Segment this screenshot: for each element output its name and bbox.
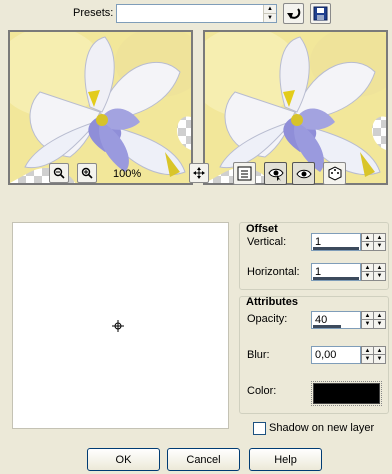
presets-label: Presets: — [73, 7, 114, 19]
opacity-up-arrow-icon[interactable]: ▲ — [362, 312, 373, 320]
opacity-adjust-down-icon[interactable]: ▼ — [374, 320, 385, 328]
proof-button[interactable] — [233, 162, 256, 185]
shadow-on-new-layer-label[interactable]: Shadow on new layer — [269, 422, 374, 434]
horizontal-field[interactable]: 1 — [311, 263, 361, 281]
eye-toggle-button[interactable] — [292, 162, 315, 185]
blur-adjust[interactable]: ▲ ▼ — [373, 346, 386, 364]
save-preset-button[interactable] — [310, 3, 331, 24]
zoom-level: 100% — [113, 168, 142, 180]
vertical-adjust[interactable]: ▲ ▼ — [373, 233, 386, 251]
horizontal-up-arrow-icon[interactable]: ▲ — [362, 264, 373, 272]
blur-adjust-down-icon[interactable]: ▼ — [374, 355, 385, 363]
horizontal-label: Horizontal: — [247, 266, 300, 278]
attributes-title: Attributes — [246, 296, 298, 308]
zoom-out-icon — [53, 167, 65, 179]
presets-spinner[interactable]: ▲ ▼ — [263, 5, 276, 22]
vertical-up-arrow-icon[interactable]: ▲ — [362, 234, 373, 242]
blur-up-arrow-icon[interactable]: ▲ — [362, 347, 373, 355]
color-swatch[interactable] — [311, 381, 382, 406]
flower-image-result — [205, 32, 386, 183]
blur-value: 0,00 — [315, 349, 337, 361]
eye-pointer-button[interactable] — [264, 162, 287, 185]
flower-image — [10, 32, 191, 183]
vertical-label: Vertical: — [247, 236, 287, 248]
horizontal-adjust[interactable]: ▲ ▼ — [373, 263, 386, 281]
zoom-out-button[interactable] — [49, 163, 69, 183]
opacity-label: Opacity: — [247, 313, 288, 325]
presets-dropdown[interactable]: ▲ ▼ — [116, 4, 277, 23]
proof-icon — [237, 166, 252, 181]
opacity-down-arrow-icon[interactable]: ▼ — [362, 320, 373, 328]
dice-icon — [328, 166, 342, 181]
blur-field[interactable]: 0,00 — [311, 346, 361, 364]
blur-label: Blur: — [247, 349, 270, 361]
offset-title: Offset — [246, 223, 278, 235]
zoom-in-button[interactable] — [77, 163, 97, 183]
pan-button[interactable] — [189, 163, 209, 183]
eye-pointer-icon — [267, 168, 284, 181]
randomize-button[interactable] — [323, 162, 346, 185]
blur-adjust-up-icon[interactable]: ▲ — [374, 347, 385, 355]
shadow-on-new-layer-checkbox[interactable] — [253, 422, 266, 435]
cancel-button[interactable]: Cancel — [167, 448, 240, 471]
reset-button[interactable] — [283, 3, 304, 24]
presets-down-arrow-icon[interactable]: ▼ — [264, 14, 276, 23]
horizontal-adjust-down-icon[interactable]: ▼ — [374, 272, 385, 280]
vertical-slider[interactable] — [313, 247, 359, 250]
opacity-adjust[interactable]: ▲ ▼ — [373, 311, 386, 329]
horizontal-adjust-up-icon[interactable]: ▲ — [374, 264, 385, 272]
color-label: Color: — [247, 385, 277, 397]
horizontal-down-arrow-icon[interactable]: ▼ — [362, 272, 373, 280]
opacity-field[interactable]: 40 — [311, 311, 361, 329]
vertical-adjust-down-icon[interactable]: ▼ — [374, 242, 385, 250]
eye-icon — [295, 169, 312, 178]
opacity-slider[interactable] — [313, 325, 341, 328]
reset-arrow-icon — [287, 8, 301, 19]
ok-button[interactable]: OK — [87, 448, 160, 471]
shadow-origin-crosshair-icon[interactable] — [112, 320, 124, 332]
pan-move-icon — [193, 167, 205, 179]
vertical-down-arrow-icon[interactable]: ▼ — [362, 242, 373, 250]
save-disk-icon — [313, 6, 328, 21]
opacity-adjust-up-icon[interactable]: ▲ — [374, 312, 385, 320]
source-preview[interactable] — [8, 30, 193, 185]
shadow-origin-canvas[interactable] — [12, 222, 229, 429]
zoom-in-icon — [81, 167, 93, 179]
vertical-field[interactable]: 1 — [311, 233, 361, 251]
blur-down-arrow-icon[interactable]: ▼ — [362, 355, 373, 363]
help-button[interactable]: Help — [249, 448, 322, 471]
horizontal-slider[interactable] — [313, 277, 359, 280]
vertical-adjust-up-icon[interactable]: ▲ — [374, 234, 385, 242]
presets-up-arrow-icon[interactable]: ▲ — [264, 5, 276, 14]
